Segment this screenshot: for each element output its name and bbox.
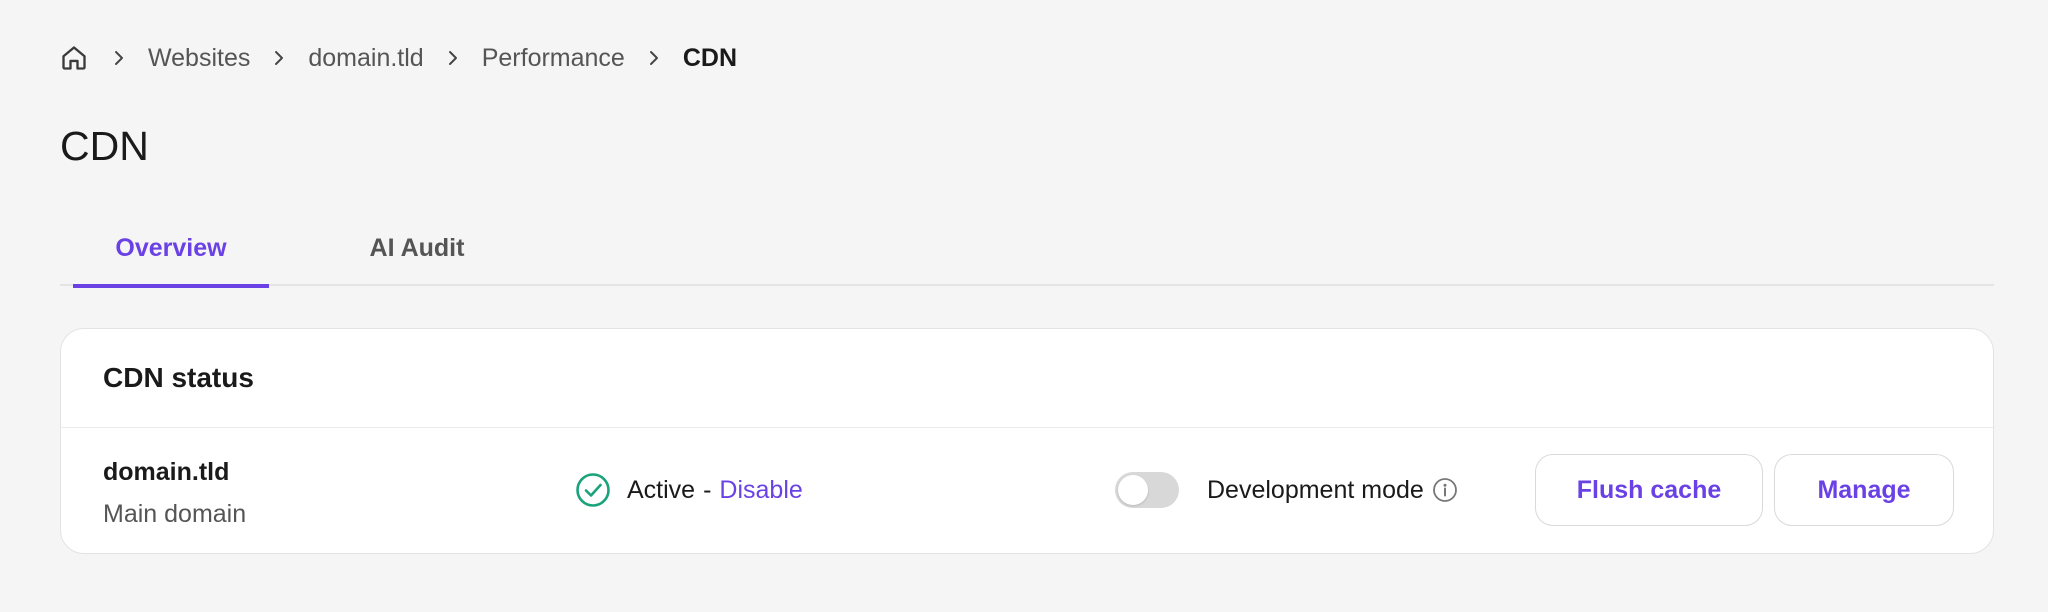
check-circle-icon <box>575 472 611 508</box>
tab-ai-audit[interactable]: AI Audit <box>297 218 537 286</box>
tab-overview-label: Overview <box>115 233 227 262</box>
breadcrumb-item-domain[interactable]: domain.tld <box>308 44 423 73</box>
chevron-right-icon <box>645 48 665 68</box>
flush-cache-button[interactable]: Flush cache <box>1535 454 1763 526</box>
domain-type: Main domain <box>103 500 247 528</box>
domain-name: domain.tld <box>103 458 230 486</box>
domain-row: domain.tld Main domain Active - Disable … <box>61 428 1993 554</box>
toggle-knob <box>1118 475 1148 505</box>
status-text: Active <box>627 475 696 504</box>
development-mode: Development mode <box>1115 472 1458 508</box>
page-title: CDN <box>60 123 149 169</box>
manage-button[interactable]: Manage <box>1774 454 1954 526</box>
breadcrumb: Websites domain.tld Performance CDN <box>60 40 737 76</box>
cdn-status: Active - Disable <box>575 472 803 508</box>
status-separator: - <box>703 475 712 504</box>
info-icon[interactable] <box>1432 477 1458 503</box>
tab-bar: Overview AI Audit <box>60 218 1994 288</box>
development-mode-toggle[interactable] <box>1115 472 1179 508</box>
chevron-right-icon <box>110 48 130 68</box>
chevron-right-icon <box>444 48 464 68</box>
tab-ai-audit-label: AI Audit <box>369 233 465 262</box>
card-title: CDN status <box>103 362 254 393</box>
home-icon[interactable] <box>60 43 90 73</box>
chevron-right-icon <box>270 48 290 68</box>
breadcrumb-item-websites[interactable]: Websites <box>148 44 250 73</box>
card-header: CDN status <box>61 329 1993 428</box>
disable-link[interactable]: Disable <box>719 476 802 505</box>
breadcrumb-item-performance[interactable]: Performance <box>482 44 625 73</box>
development-mode-label: Development mode <box>1207 475 1424 504</box>
breadcrumb-current: CDN <box>682 43 738 72</box>
cdn-status-card: CDN status domain.tld Main domain Active… <box>60 328 1994 554</box>
tab-overview[interactable]: Overview <box>73 218 269 288</box>
